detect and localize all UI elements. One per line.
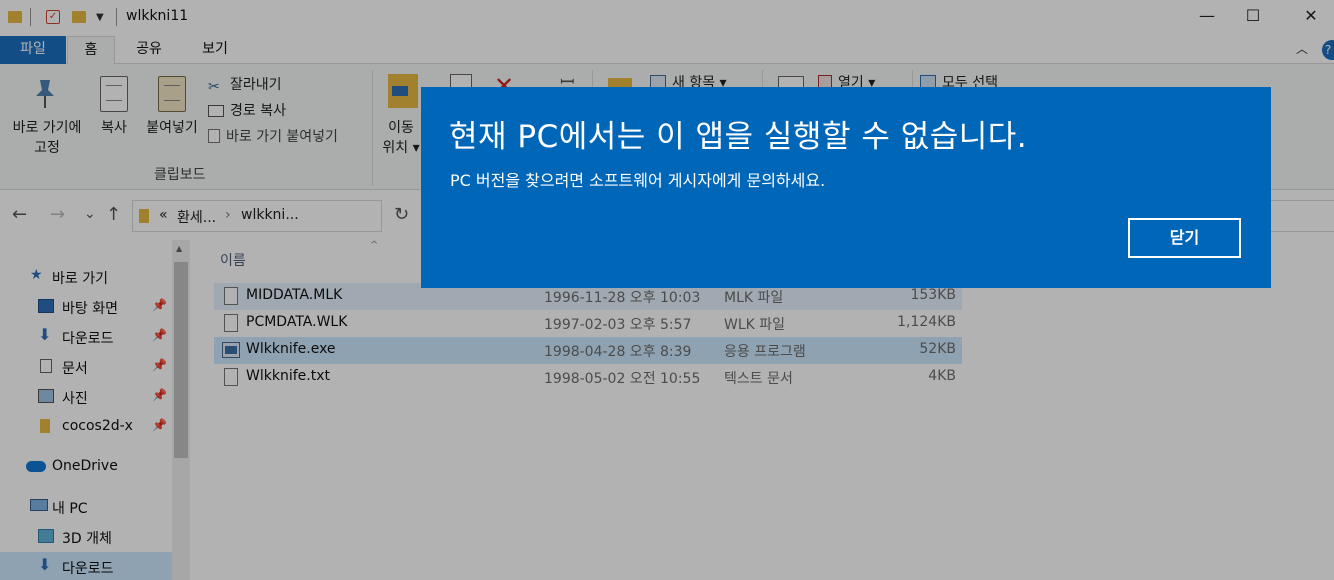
close-button[interactable]: 닫기 — [1128, 218, 1241, 258]
dialog-title: 현재 PC에서는 이 앱을 실행할 수 없습니다. — [449, 119, 1028, 155]
app-cannot-run-dialog: 현재 PC에서는 이 앱을 실행할 수 없습니다. PC 버전을 찾으려면 소프… — [421, 87, 1271, 288]
dialog-message: PC 버전을 찾으려면 소프트웨어 게시자에게 문의하세요. — [450, 171, 826, 190]
